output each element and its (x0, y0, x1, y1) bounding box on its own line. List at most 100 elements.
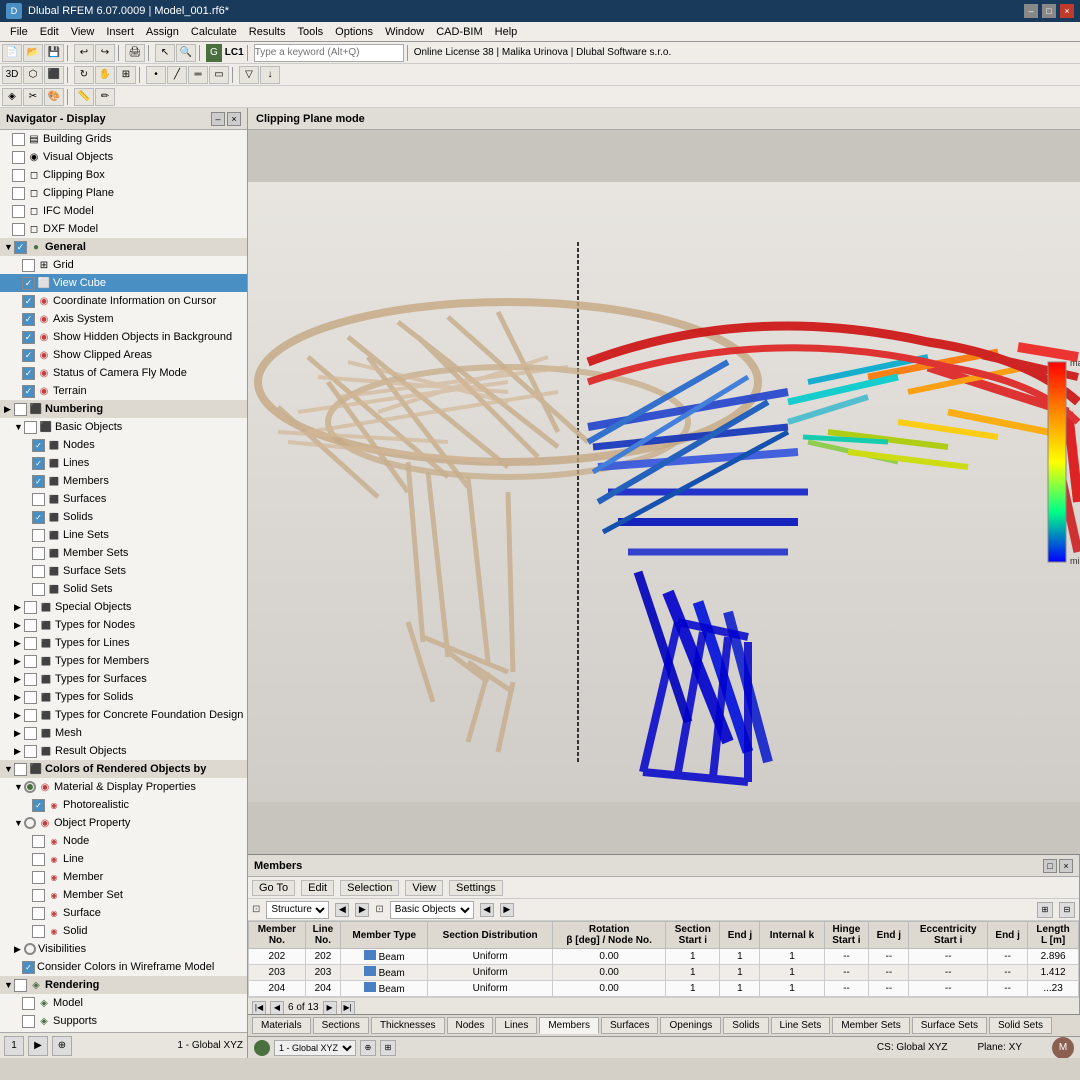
radio-visibilities[interactable] (24, 943, 36, 955)
save-btn[interactable]: 💾 (44, 44, 64, 62)
selection-btn[interactable]: Selection (340, 880, 399, 896)
nav-view-cube[interactable]: ✓ ⬜ View Cube (0, 274, 247, 292)
nav-show-clipped[interactable]: ✓ ◉ Show Clipped Areas (0, 346, 247, 364)
check-types-nodes[interactable] (24, 619, 37, 632)
node-btn[interactable]: • (146, 66, 166, 84)
check-terrain[interactable]: ✓ (22, 385, 35, 398)
navigator-header-buttons[interactable]: – × (211, 112, 241, 126)
nav-surface-sets[interactable]: ⬛ Surface Sets (0, 562, 247, 580)
check-photorealistic[interactable]: ✓ (32, 799, 45, 812)
nav-solid-sets[interactable]: ⬛ Solid Sets (0, 580, 247, 598)
menu-calculate[interactable]: Calculate (185, 22, 243, 42)
undo-btn[interactable]: ↩ (74, 44, 94, 62)
nav-line[interactable]: ◉ Line (0, 850, 247, 868)
nav-types-members[interactable]: ▶ ⬛ Types for Members (0, 652, 247, 670)
menu-options[interactable]: Options (329, 22, 379, 42)
nav-bottom-btn1[interactable]: 1 (4, 1036, 24, 1056)
nav-model-render[interactable]: ◈ Model (0, 994, 247, 1012)
check-types-solids[interactable] (24, 691, 37, 704)
check-colors[interactable] (14, 763, 27, 776)
nav-visual-objects[interactable]: ◉ Visual Objects (0, 148, 247, 166)
page-last-btn[interactable]: ▶| (341, 1001, 355, 1015)
page-first-btn[interactable]: |◀ (252, 1001, 266, 1015)
nav-minimize-btn[interactable]: – (211, 112, 225, 126)
menu-insert[interactable]: Insert (100, 22, 140, 42)
menu-assign[interactable]: Assign (140, 22, 185, 42)
check-solid-sets[interactable] (32, 583, 45, 596)
check-coord-info[interactable]: ✓ (22, 295, 35, 308)
settings-btn[interactable]: Settings (449, 880, 503, 896)
filter-prev-btn[interactable]: ◀ (335, 903, 349, 917)
nav-building-grids[interactable]: ▤ Building Grids (0, 130, 247, 148)
nav-dxf-model[interactable]: ◻ DXF Model (0, 220, 247, 238)
check-general[interactable]: ✓ (14, 241, 27, 254)
nav-nodes[interactable]: ✓ ⬛ Nodes (0, 436, 247, 454)
objects-filter[interactable]: Basic Objects (390, 901, 474, 919)
nav-show-hidden[interactable]: ✓ ◉ Show Hidden Objects in Background (0, 328, 247, 346)
structure-filter[interactable]: Structure (266, 901, 329, 919)
menu-window[interactable]: Window (379, 22, 430, 42)
view3d-btn[interactable]: 3D (2, 66, 22, 84)
nav-rendering-group[interactable]: ▼ ◈ Rendering (0, 976, 247, 994)
nav-numbering-group[interactable]: ▶ ⬛ Numbering (0, 400, 247, 418)
nav-object-property[interactable]: ▼ ◉ Object Property (0, 814, 247, 832)
check-clipping-plane[interactable] (12, 187, 25, 200)
nav-supports-render[interactable]: ◈ Supports (0, 1012, 247, 1030)
tab-lines[interactable]: Lines (495, 1017, 537, 1034)
check-model-render[interactable] (22, 997, 35, 1010)
select-btn[interactable]: ↖ (155, 44, 175, 62)
nav-grid[interactable]: ⊞ Grid (0, 256, 247, 274)
nav-clipping-plane[interactable]: ◻ Clipping Plane (0, 184, 247, 202)
zoomextents-btn[interactable]: ⊞ (116, 66, 136, 84)
check-clipping-box[interactable] (12, 169, 25, 182)
measure-btn[interactable]: 📏 (74, 88, 94, 106)
menu-help[interactable]: Help (489, 22, 524, 42)
nav-solids-item[interactable]: ✓ ⬛ Solids (0, 508, 247, 526)
color-btn[interactable]: 🎨 (44, 88, 64, 106)
check-surface-sets[interactable] (32, 565, 45, 578)
nav-bottom-btn3[interactable]: ⊕ (52, 1036, 72, 1056)
tab-thicknesses[interactable]: Thicknesses (371, 1017, 445, 1034)
surface-btn[interactable]: ▭ (209, 66, 229, 84)
members-header-btns[interactable]: □ × (1043, 859, 1073, 873)
support-btn[interactable]: ▽ (239, 66, 259, 84)
check-node[interactable] (32, 835, 45, 848)
snap-btn[interactable]: ⊕ (360, 1040, 376, 1056)
nav-camera-fly[interactable]: ✓ ◉ Status of Camera Fly Mode (0, 364, 247, 382)
check-mesh[interactable] (24, 727, 37, 740)
members-close-btn[interactable]: × (1059, 859, 1073, 873)
nav-lines[interactable]: ✓ ⬛ Lines (0, 454, 247, 472)
tab-materials[interactable]: Materials (252, 1017, 311, 1034)
table-btn1[interactable]: ⊞ (1037, 902, 1053, 918)
tab-solid-sets[interactable]: Solid Sets (989, 1017, 1052, 1034)
member-btn[interactable]: ═ (188, 66, 208, 84)
menu-tools[interactable]: Tools (291, 22, 329, 42)
nav-visibilities[interactable]: ▶ Visibilities (0, 940, 247, 958)
check-basic-objects[interactable] (24, 421, 37, 434)
check-types-concrete[interactable] (24, 709, 37, 722)
line-btn[interactable]: ╱ (167, 66, 187, 84)
search-input[interactable] (254, 44, 404, 62)
check-solids[interactable]: ✓ (32, 511, 45, 524)
section-btn[interactable]: ✂ (23, 88, 43, 106)
table-row[interactable]: 202 202 Beam Uniform 0.00 1 1 1 -- -- - (249, 949, 1079, 965)
solid-btn[interactable]: ⬛ (44, 66, 64, 84)
nav-types-concrete[interactable]: ▶ ⬛ Types for Concrete Foundation Design (0, 706, 247, 724)
page-prev-btn[interactable]: ◀ (270, 1001, 284, 1015)
check-view-cube[interactable]: ✓ (22, 277, 35, 290)
tab-members[interactable]: Members (539, 1017, 599, 1034)
load-btn[interactable]: ↓ (260, 66, 280, 84)
grid-snap-btn[interactable]: ⊞ (380, 1040, 396, 1056)
new-btn[interactable]: 📄 (2, 44, 22, 62)
nav-bottom-btn2[interactable]: ▶ (28, 1036, 48, 1056)
check-members[interactable]: ✓ (32, 475, 45, 488)
check-axis-system[interactable]: ✓ (22, 313, 35, 326)
wireframe-btn[interactable]: ⬡ (23, 66, 43, 84)
check-lines[interactable]: ✓ (32, 457, 45, 470)
nav-special-objects[interactable]: ▶ ⬛ Special Objects (0, 598, 247, 616)
view-btn[interactable]: View (405, 880, 443, 896)
goto-btn[interactable]: Go To (252, 880, 295, 896)
check-types-members[interactable] (24, 655, 37, 668)
check-nodes[interactable]: ✓ (32, 439, 45, 452)
maximize-button[interactable]: □ (1042, 4, 1056, 18)
